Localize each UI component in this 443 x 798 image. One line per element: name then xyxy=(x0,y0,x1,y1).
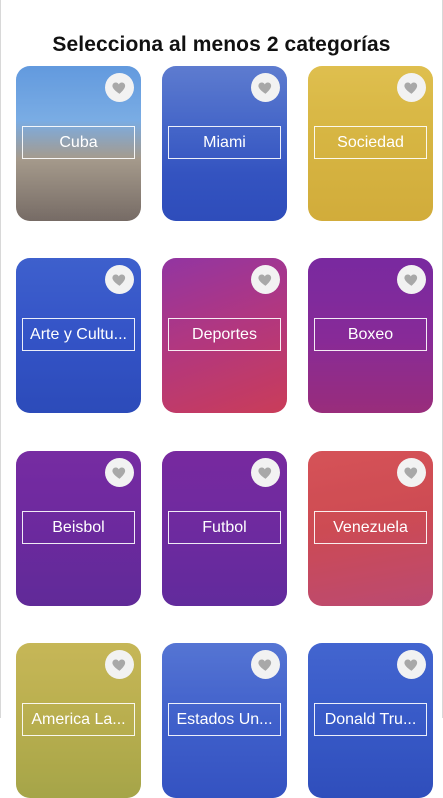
category-label-box: Deportes xyxy=(168,318,281,351)
category-label: Deportes xyxy=(192,325,257,343)
category-card-donald-trump[interactable]: Donald Tru... xyxy=(308,643,433,798)
heart-icon[interactable] xyxy=(251,265,280,294)
category-card-beisbol[interactable]: Beisbol xyxy=(16,451,141,606)
heart-icon[interactable] xyxy=(251,458,280,487)
category-card-deportes[interactable]: Deportes xyxy=(162,258,287,413)
category-card-venezuela[interactable]: Venezuela xyxy=(308,451,433,606)
category-card-miami[interactable]: Miami xyxy=(162,66,287,221)
category-card-sociedad[interactable]: Sociedad xyxy=(308,66,433,221)
category-label: Arte y Cultu... xyxy=(30,325,127,343)
category-card-boxeo[interactable]: Boxeo xyxy=(308,258,433,413)
category-card-futbol[interactable]: Futbol xyxy=(162,451,287,606)
heart-icon[interactable] xyxy=(397,265,426,294)
category-label: Sociedad xyxy=(337,133,404,151)
heart-icon[interactable] xyxy=(397,73,426,102)
heart-icon[interactable] xyxy=(397,650,426,679)
category-card-arte-y-cultura[interactable]: Arte y Cultu... xyxy=(16,258,141,413)
category-label-box: Cuba xyxy=(22,126,135,159)
category-card-america-latina[interactable]: America La... xyxy=(16,643,141,798)
category-label-box: Miami xyxy=(168,126,281,159)
category-label: Futbol xyxy=(202,518,247,536)
category-card-cuba[interactable]: Cuba xyxy=(16,66,141,221)
category-label-box: Sociedad xyxy=(314,126,427,159)
category-label: Venezuela xyxy=(333,518,408,536)
category-label-box: Futbol xyxy=(168,511,281,544)
category-label: Miami xyxy=(203,133,246,151)
heart-icon[interactable] xyxy=(105,265,134,294)
category-label-box: Boxeo xyxy=(314,318,427,351)
category-label: Cuba xyxy=(59,133,98,151)
category-label-box: Beisbol xyxy=(22,511,135,544)
heart-icon[interactable] xyxy=(251,650,280,679)
category-label: Boxeo xyxy=(347,325,394,343)
category-label: Beisbol xyxy=(52,518,105,536)
heart-icon[interactable] xyxy=(397,458,426,487)
heart-icon[interactable] xyxy=(105,73,134,102)
heart-icon[interactable] xyxy=(251,73,280,102)
category-grid: Cuba Miami Sociedad Arte y Cultu... Depo… xyxy=(0,0,443,798)
category-card-estados-unidos[interactable]: Estados Un... xyxy=(162,643,287,798)
heart-icon[interactable] xyxy=(105,650,134,679)
category-label-box: Venezuela xyxy=(314,511,427,544)
category-label-box: Arte y Cultu... xyxy=(22,318,135,351)
heart-icon[interactable] xyxy=(105,458,134,487)
